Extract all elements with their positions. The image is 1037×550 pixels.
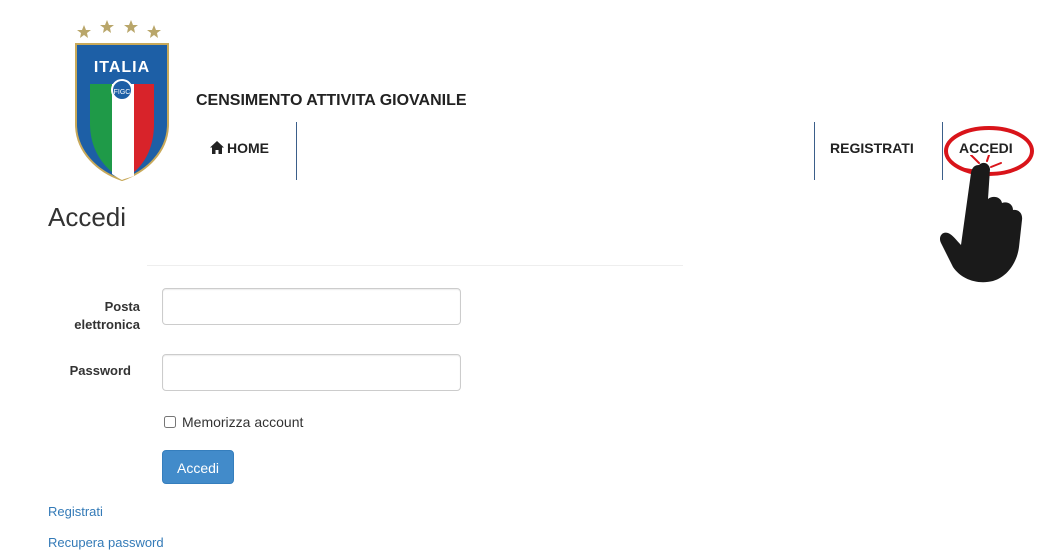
nav-home-link[interactable]: HOME [210, 140, 269, 156]
pointing-hand-icon [939, 155, 1023, 283]
svg-text:ITALIA: ITALIA [94, 59, 150, 76]
divider [147, 265, 683, 266]
remember-account[interactable]: Memorizza account [164, 414, 303, 430]
remember-checkbox[interactable] [164, 416, 176, 428]
home-icon [210, 141, 224, 154]
nav-separator [814, 122, 815, 180]
password-field[interactable] [162, 354, 461, 391]
site-title: CENSIMENTO ATTIVITA GIOVANILE [196, 92, 467, 109]
email-label: Posta elettronica [74, 299, 140, 332]
email-field[interactable] [162, 288, 461, 325]
svg-text:FIGC: FIGC [114, 89, 131, 96]
figc-italia-logo: FIGC ITALIA [75, 20, 169, 182]
remember-label: Memorizza account [182, 414, 304, 430]
login-submit-button[interactable]: Accedi [162, 450, 234, 484]
page-title: Accedi [48, 202, 127, 232]
nav-separator [296, 122, 297, 180]
password-label: Password [69, 363, 131, 378]
register-link[interactable]: Registrati [48, 504, 103, 519]
recover-password-link[interactable]: Recupera password [48, 535, 164, 550]
nav-register-link[interactable]: REGISTRATI [830, 140, 914, 156]
nav-home-label: HOME [227, 140, 269, 156]
